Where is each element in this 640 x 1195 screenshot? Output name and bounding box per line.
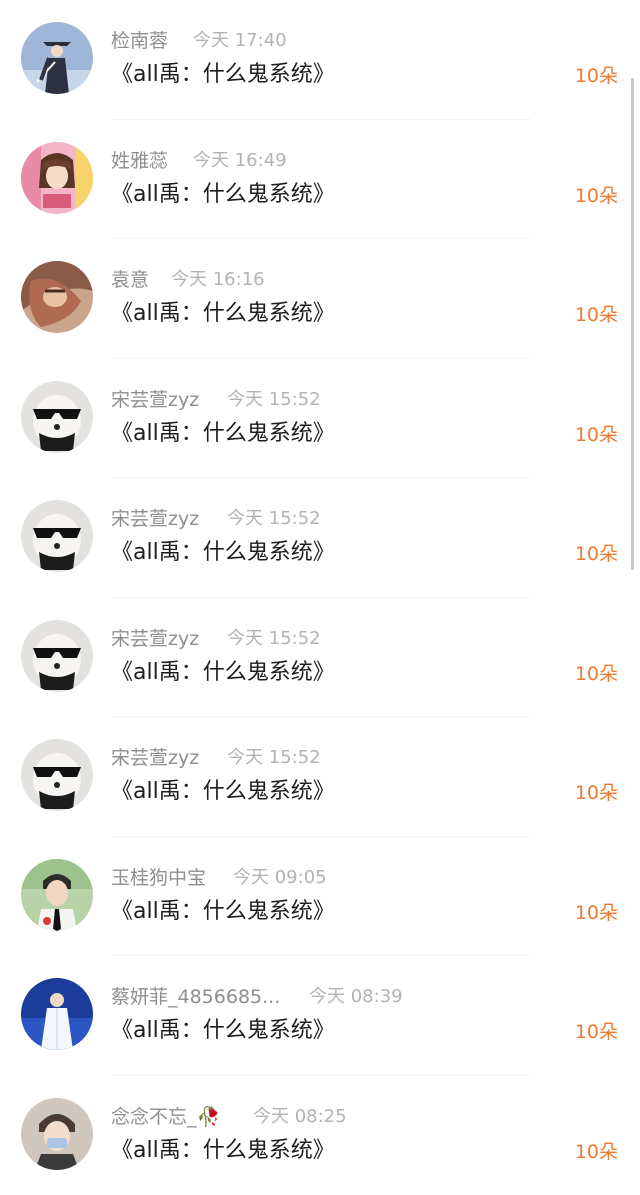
- timestamp: 今天 17:40: [193, 29, 287, 53]
- avatar[interactable]: [21, 261, 93, 333]
- avatar[interactable]: [21, 739, 93, 811]
- gift-count: 10朵: [575, 183, 618, 209]
- timestamp: 今天 15:52: [227, 507, 321, 531]
- book-title[interactable]: 《all禹：什么鬼系统》: [111, 658, 335, 688]
- list-item[interactable]: 念念不忘_🥀 今天 08:25 《all禹：什么鬼系统》 10朵: [0, 1076, 640, 1195]
- list-item[interactable]: 检南蓉 今天 17:40 《all禹：什么鬼系统》 10朵: [0, 0, 640, 120]
- gift-count: 10朵: [575, 422, 618, 448]
- list-item[interactable]: 袁意 今天 16:16 《all禹：什么鬼系统》 10朵: [0, 239, 640, 359]
- timestamp: 今天 16:16: [171, 268, 265, 292]
- book-title[interactable]: 《all禹：什么鬼系统》: [111, 1016, 335, 1046]
- book-title[interactable]: 《all禹：什么鬼系统》: [111, 299, 335, 329]
- gift-count: 10朵: [575, 63, 618, 89]
- gift-count: 10朵: [575, 900, 618, 926]
- gift-record-list: 检南蓉 今天 17:40 《all禹：什么鬼系统》 10朵 姓雅蕊 今天 16:…: [0, 0, 640, 1194]
- timestamp: 今天 08:39: [309, 985, 403, 1009]
- username[interactable]: 念念不忘_🥀: [111, 1105, 220, 1129]
- gift-count: 10朵: [575, 780, 618, 806]
- gift-count: 10朵: [575, 1019, 618, 1045]
- timestamp: 今天 15:52: [227, 388, 321, 412]
- book-title[interactable]: 《all禹：什么鬼系统》: [111, 60, 335, 90]
- timestamp: 今天 16:49: [193, 149, 287, 173]
- timestamp: 今天 15:52: [227, 746, 321, 770]
- avatar[interactable]: [21, 978, 93, 1050]
- list-item[interactable]: 宋芸萱zyz 今天 15:52 《all禹：什么鬼系统》 10朵: [0, 598, 640, 718]
- book-title[interactable]: 《all禹：什么鬼系统》: [111, 538, 335, 568]
- username[interactable]: 检南蓉: [111, 29, 168, 53]
- timestamp: 今天 15:52: [227, 627, 321, 651]
- timestamp: 今天 08:25: [253, 1105, 347, 1129]
- username[interactable]: 蔡妍菲_4856685...: [111, 985, 280, 1009]
- gift-count: 10朵: [575, 541, 618, 567]
- timestamp: 今天 09:05: [233, 866, 327, 890]
- username[interactable]: 宋芸萱zyz: [111, 507, 199, 531]
- gift-count: 10朵: [575, 1139, 618, 1165]
- avatar[interactable]: [21, 381, 93, 453]
- list-item[interactable]: 蔡妍菲_4856685... 今天 08:39 《all禹：什么鬼系统》 10朵: [0, 956, 640, 1076]
- avatar[interactable]: [21, 859, 93, 931]
- book-title[interactable]: 《all禹：什么鬼系统》: [111, 180, 335, 210]
- username[interactable]: 宋芸萱zyz: [111, 627, 199, 651]
- avatar[interactable]: [21, 1098, 93, 1170]
- gift-count: 10朵: [575, 302, 618, 328]
- list-item[interactable]: 宋芸萱zyz 今天 15:52 《all禹：什么鬼系统》 10朵: [0, 478, 640, 598]
- avatar[interactable]: [21, 620, 93, 692]
- list-item[interactable]: 玉桂狗中宝 今天 09:05 《all禹：什么鬼系统》 10朵: [0, 837, 640, 957]
- list-item[interactable]: 姓雅蕊 今天 16:49 《all禹：什么鬼系统》 10朵: [0, 120, 640, 240]
- list-item[interactable]: 宋芸萱zyz 今天 15:52 《all禹：什么鬼系统》 10朵: [0, 359, 640, 479]
- avatar[interactable]: [21, 142, 93, 214]
- list-item[interactable]: 宋芸萱zyz 今天 15:52 《all禹：什么鬼系统》 10朵: [0, 717, 640, 837]
- book-title[interactable]: 《all禹：什么鬼系统》: [111, 897, 335, 927]
- username[interactable]: 宋芸萱zyz: [111, 388, 199, 412]
- avatar[interactable]: [21, 500, 93, 572]
- username[interactable]: 玉桂狗中宝: [111, 866, 206, 890]
- book-title[interactable]: 《all禹：什么鬼系统》: [111, 777, 335, 807]
- gift-count: 10朵: [575, 661, 618, 687]
- book-title[interactable]: 《all禹：什么鬼系统》: [111, 419, 335, 449]
- avatar[interactable]: [21, 22, 93, 94]
- book-title[interactable]: 《all禹：什么鬼系统》: [111, 1136, 335, 1166]
- scrollbar[interactable]: [631, 78, 634, 570]
- username[interactable]: 宋芸萱zyz: [111, 746, 199, 770]
- username[interactable]: 袁意: [111, 268, 149, 292]
- username[interactable]: 姓雅蕊: [111, 149, 168, 173]
